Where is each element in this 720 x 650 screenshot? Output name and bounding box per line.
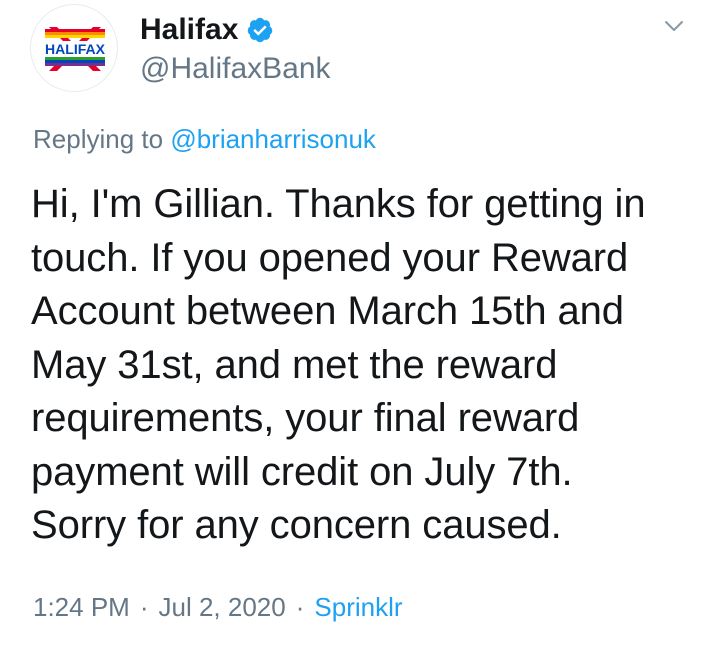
tweet-time[interactable]: 1:24 PM [33,592,130,622]
replying-to-label: Replying to [33,124,171,154]
tweet-source-link[interactable]: Sprinklr [314,592,402,622]
avatar-logo-text: HALIFAX [45,41,106,57]
tweet-date[interactable]: Jul 2, 2020 [159,592,286,622]
meta-separator: · [139,592,149,622]
author-avatar[interactable]: HALIFAX [30,4,118,92]
tweet-meta: 1:24 PM · Jul 2, 2020 · Sprinklr [33,590,403,624]
chevron-down-icon[interactable] [662,14,686,38]
author-name-row: Halifax [140,10,274,50]
author-display-name[interactable]: Halifax [140,10,238,50]
tweet-text: Hi, I'm Gillian. Thanks for getting in t… [31,182,646,547]
verified-badge-icon [246,16,274,44]
meta-separator: · [295,592,305,622]
tweet-card: HALIFAX Halifax @HalifaxBank Replying to… [0,0,720,650]
reply-mention-link[interactable]: @brianharrisonuk [170,124,376,154]
replying-to-line: Replying to @brianharrisonuk [33,122,376,156]
halifax-logo-icon: HALIFAX [41,27,109,71]
author-handle[interactable]: @HalifaxBank [140,51,331,87]
